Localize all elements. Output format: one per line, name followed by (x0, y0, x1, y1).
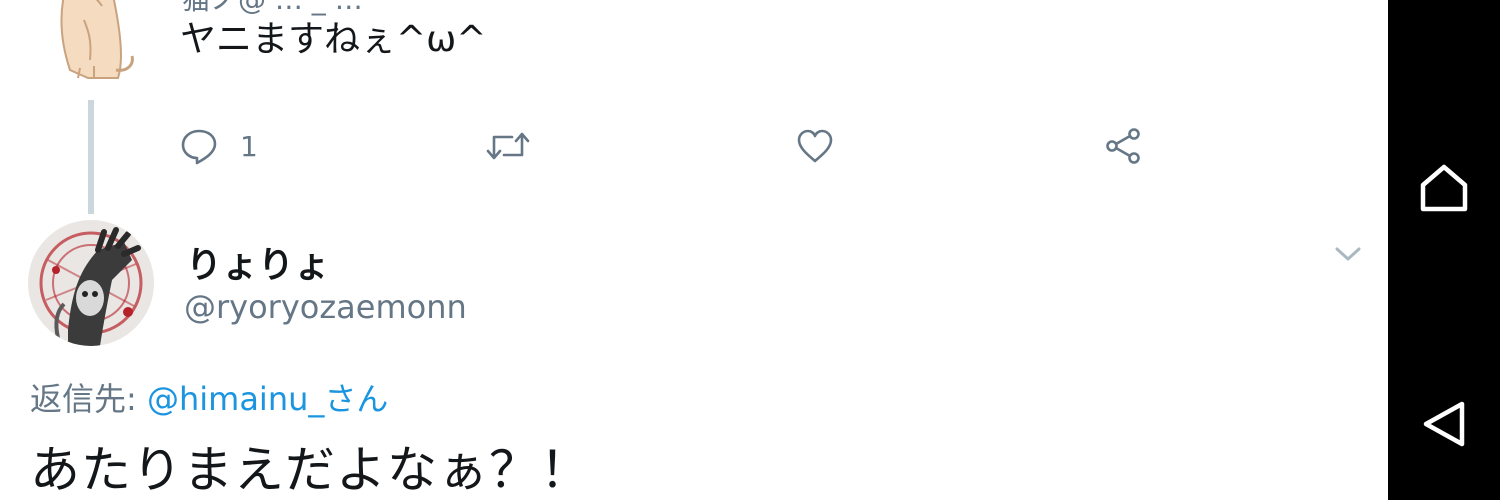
display-name[interactable]: りょりょ (186, 236, 330, 288)
tweet-thread-screen: 猫ノ@ … _ … ヤニますねぇ^ω^ 1 (0, 0, 1500, 500)
back-icon (1423, 401, 1465, 447)
reply-avatar[interactable] (28, 220, 154, 346)
android-nav-bar (1388, 0, 1500, 500)
like-button[interactable] (796, 118, 834, 174)
reply-to-user-link[interactable]: @himainu_さん (147, 380, 388, 418)
reply-to-line: 返信先: @himainu_さん (30, 374, 388, 420)
reply-icon (181, 129, 217, 165)
cat-illustration (28, 0, 154, 86)
home-icon (1420, 164, 1468, 212)
tweet-action-bar: 1 (0, 118, 1388, 174)
reply-to-label: 返信先: (30, 380, 147, 418)
user-handle[interactable]: @ryoryozaemonn (184, 288, 467, 326)
parent-tweet-text: ヤニますねぇ^ω^ (180, 19, 487, 60)
back-button[interactable] (1414, 394, 1474, 454)
tweet-options-button[interactable] (1332, 238, 1364, 270)
chevron-down-icon (1335, 247, 1361, 261)
heart-icon (797, 129, 833, 163)
home-button[interactable] (1414, 158, 1474, 218)
retweet-icon (486, 132, 530, 160)
reply-tweet-text: あたりまえだよなぁ？！ (30, 441, 591, 499)
retweet-button[interactable] (486, 118, 530, 174)
reply-button[interactable]: 1 (180, 118, 258, 174)
share-button[interactable] (1104, 118, 1142, 174)
avatar-illustration (28, 220, 154, 346)
reply-count: 1 (240, 129, 258, 163)
share-icon (1106, 128, 1140, 164)
parent-avatar[interactable] (28, 0, 154, 86)
